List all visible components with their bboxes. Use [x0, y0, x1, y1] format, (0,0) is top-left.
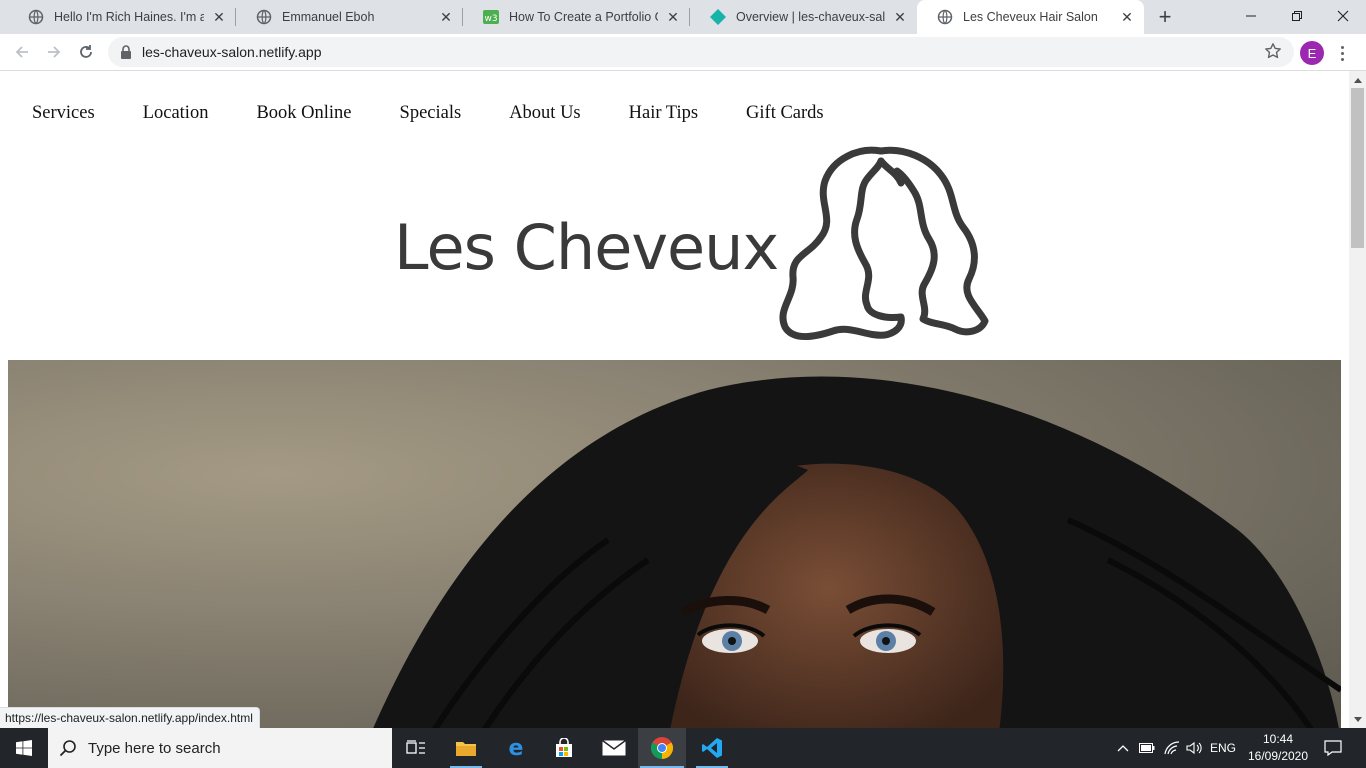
browser-tab[interactable]: Overview | les-chaveux-salon ✕	[690, 0, 917, 34]
page-viewport: Services Location Book Online Specials A…	[0, 71, 1349, 728]
close-icon[interactable]: ✕	[664, 8, 682, 26]
reload-button[interactable]	[72, 38, 100, 66]
close-icon	[1337, 10, 1349, 22]
site-logo[interactable]: Les Cheveux	[388, 145, 1018, 345]
windows-logo-icon	[16, 740, 32, 756]
wifi-icon	[1164, 741, 1180, 755]
close-window-button[interactable]	[1320, 0, 1366, 32]
store-bag-icon	[556, 738, 572, 757]
edge-button[interactable]: e	[492, 728, 540, 768]
mail-button[interactable]	[590, 728, 638, 768]
reload-icon	[80, 45, 92, 58]
nav-link-about-us[interactable]: About Us	[509, 103, 580, 124]
chrome-icon	[651, 737, 673, 759]
minimize-icon	[1246, 15, 1256, 17]
nav-link-services[interactable]: Services	[32, 103, 95, 124]
search-placeholder: Type here to search	[88, 739, 221, 757]
clock-time: 10:44	[1262, 732, 1294, 746]
tab-title: Hello I'm Rich Haines. I'm a software en…	[54, 10, 204, 24]
chrome-button[interactable]	[638, 728, 686, 768]
browser-tab-active[interactable]: Les Cheveux Hair Salon ✕	[917, 0, 1144, 34]
tab-strip: Hello I'm Rich Haines. I'm a software en…	[0, 0, 1366, 34]
volume-button[interactable]	[1184, 728, 1206, 768]
site-nav: Services Location Book Online Specials A…	[32, 103, 872, 124]
edge-icon: e	[509, 737, 524, 759]
folder-icon	[456, 742, 476, 756]
minimize-button[interactable]	[1228, 0, 1274, 32]
task-view-button[interactable]	[392, 728, 440, 768]
notification-icon	[1324, 740, 1342, 756]
hair-silhouette-icon	[779, 146, 989, 340]
hero-image	[8, 360, 1341, 728]
system-clock[interactable]: 10:44 16/09/2020	[1238, 731, 1318, 765]
page-scrollbar[interactable]	[1349, 71, 1366, 728]
address-bar[interactable]: les-chaveux-salon.netlify.app	[108, 37, 1294, 67]
globe-icon	[937, 9, 953, 25]
close-icon[interactable]: ✕	[891, 8, 909, 26]
arrow-right-icon	[48, 46, 61, 58]
bookmark-star-icon[interactable]	[1264, 42, 1282, 65]
windows-taskbar: Type here to search e ENG 10:44 16/09/20…	[0, 728, 1366, 768]
nav-link-location[interactable]: Location	[143, 103, 209, 124]
svg-text:e: e	[509, 737, 524, 759]
globe-icon	[28, 9, 44, 25]
speaker-icon	[1186, 741, 1202, 755]
new-tab-button[interactable]: +	[1152, 4, 1178, 29]
input-language[interactable]: ENG	[1206, 728, 1240, 768]
browser-tab[interactable]: Emmanuel Eboh ✕	[236, 0, 463, 34]
tab-title: How To Create a Portfolio Gallery	[509, 10, 658, 24]
start-button[interactable]	[0, 728, 48, 768]
network-button[interactable]	[1160, 728, 1184, 768]
tab-title: Overview | les-chaveux-salon	[736, 10, 885, 24]
close-icon[interactable]: ✕	[1118, 8, 1136, 26]
store-button[interactable]	[540, 728, 588, 768]
model-portrait-illustration	[373, 376, 1341, 728]
browser-menu-icon[interactable]	[1332, 42, 1352, 64]
url-text: les-chaveux-salon.netlify.app	[142, 44, 322, 60]
nav-link-gift-cards[interactable]: Gift Cards	[746, 103, 824, 124]
browser-tab[interactable]: Hello I'm Rich Haines. I'm a software en…	[8, 0, 236, 34]
close-icon[interactable]: ✕	[437, 8, 455, 26]
restore-button[interactable]	[1274, 0, 1320, 32]
taskbar-search[interactable]: Type here to search	[48, 728, 392, 768]
browser-toolbar: les-chaveux-salon.netlify.app E	[0, 34, 1366, 71]
globe-icon	[256, 9, 272, 25]
netlify-icon	[710, 9, 726, 25]
battery-button[interactable]	[1136, 728, 1158, 768]
logo-wordmark: Les Cheveux	[394, 211, 779, 284]
browser-tab[interactable]: w3 How To Create a Portfolio Gallery ✕	[463, 0, 690, 34]
show-hidden-icons-button[interactable]	[1112, 728, 1134, 768]
vscode-icon	[702, 738, 722, 758]
action-center-button[interactable]	[1320, 728, 1346, 768]
profile-avatar[interactable]: E	[1300, 41, 1324, 65]
w3schools-icon: w3	[483, 9, 499, 25]
nav-link-specials[interactable]: Specials	[400, 103, 462, 124]
close-icon[interactable]: ✕	[210, 8, 228, 26]
scroll-down-arrow-icon[interactable]	[1349, 711, 1366, 728]
scroll-up-arrow-icon[interactable]	[1349, 71, 1366, 88]
mail-icon	[602, 740, 626, 756]
scrollbar-thumb[interactable]	[1351, 88, 1364, 248]
link-status-bubble: https://les-chaveux-salon.netlify.app/in…	[0, 707, 260, 728]
tab-title: Les Cheveux Hair Salon	[963, 10, 1098, 24]
vscode-button[interactable]	[688, 728, 736, 768]
restore-icon	[1292, 11, 1302, 21]
forward-button[interactable]	[40, 38, 68, 66]
battery-icon	[1139, 743, 1155, 753]
back-button[interactable]	[8, 38, 36, 66]
file-explorer-button[interactable]	[442, 728, 490, 768]
tab-title: Emmanuel Eboh	[282, 10, 375, 24]
chevron-up-icon	[1117, 745, 1129, 752]
nav-link-hair-tips[interactable]: Hair Tips	[629, 103, 698, 124]
task-view-icon	[406, 740, 425, 754]
arrow-left-icon	[15, 46, 28, 58]
lock-icon	[120, 45, 132, 64]
svg-text:w3: w3	[484, 14, 497, 24]
search-icon	[48, 739, 88, 757]
clock-date: 16/09/2020	[1247, 749, 1309, 763]
nav-link-book-online[interactable]: Book Online	[256, 103, 351, 124]
